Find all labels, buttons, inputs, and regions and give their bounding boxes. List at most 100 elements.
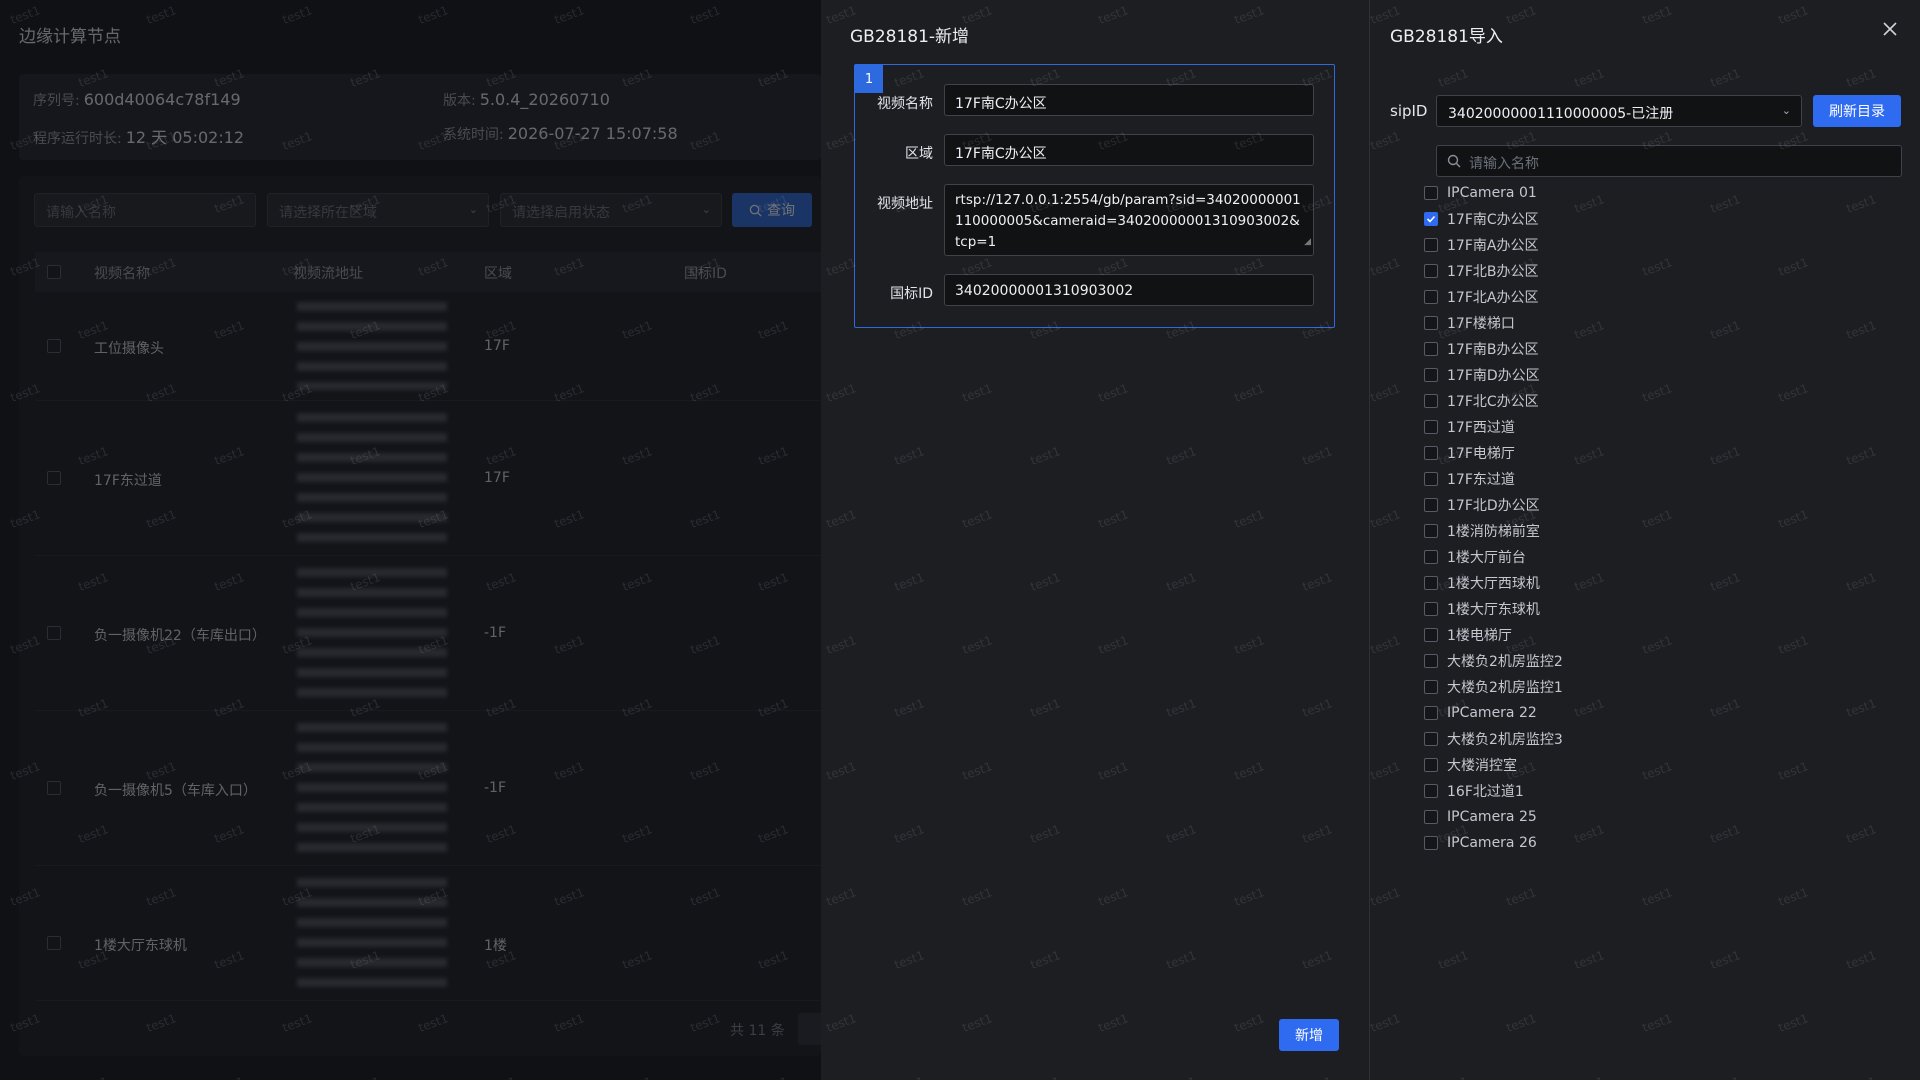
- checkbox[interactable]: [1424, 732, 1438, 746]
- checkbox[interactable]: [1424, 706, 1438, 720]
- uptime-info: 程序运行时长: 12 天 05:02:12: [33, 124, 244, 148]
- row-checkbox[interactable]: [47, 339, 61, 353]
- area-input[interactable]: 17F南C办公区: [944, 134, 1314, 166]
- checkbox[interactable]: [1424, 524, 1438, 538]
- device-list-item[interactable]: IPCamera 01: [1424, 180, 1894, 206]
- blurred-stream-url: [297, 302, 447, 390]
- sip-id-select[interactable]: 34020000001110000005-已注册 ⌄: [1436, 95, 1802, 127]
- device-label: IPCamera 25: [1447, 809, 1537, 825]
- device-list-item[interactable]: IPCamera 26: [1424, 830, 1894, 856]
- checkbox[interactable]: [1424, 784, 1438, 798]
- device-label: IPCamera 26: [1447, 835, 1537, 851]
- checkbox[interactable]: [1424, 472, 1438, 486]
- device-list-item[interactable]: 17F南C办公区: [1424, 206, 1894, 232]
- checkbox[interactable]: [1424, 810, 1438, 824]
- checkbox[interactable]: [1424, 576, 1438, 590]
- checkbox[interactable]: [1424, 342, 1438, 356]
- checkbox[interactable]: [1424, 758, 1438, 772]
- device-list-item[interactable]: 17F北B办公区: [1424, 258, 1894, 284]
- query-button[interactable]: 查询: [732, 193, 812, 227]
- device-list-item[interactable]: 1楼大厅西球机: [1424, 570, 1894, 596]
- version-info: 版本: 5.0.4_20260710: [443, 90, 610, 110]
- add-button[interactable]: 新增: [1279, 1019, 1339, 1051]
- pager-prev-button[interactable]: [798, 1013, 821, 1045]
- device-list-item[interactable]: 1楼大厅东球机: [1424, 596, 1894, 622]
- checkbox[interactable]: [1424, 602, 1438, 616]
- checkbox[interactable]: [1424, 550, 1438, 564]
- table-row[interactable]: 工位摄像头 17F: [35, 292, 821, 401]
- dialog-title: GB28181-新增: [850, 27, 970, 47]
- device-list-item[interactable]: 1楼消防梯前室: [1424, 518, 1894, 544]
- name-filter-input[interactable]: 请输入名称: [34, 193, 256, 227]
- version-label: 版本:: [443, 93, 476, 109]
- device-label: 大楼消控室: [1447, 758, 1517, 774]
- device-label: 17F南D办公区: [1447, 368, 1540, 384]
- search-icon: [1447, 154, 1461, 168]
- checkbox[interactable]: [1424, 836, 1438, 850]
- checkbox[interactable]: [1424, 628, 1438, 642]
- device-label: 17F南C办公区: [1447, 212, 1539, 228]
- device-list-item[interactable]: 17F东过道: [1424, 466, 1894, 492]
- blurred-stream-url: [297, 568, 447, 700]
- resize-handle-icon[interactable]: ◢: [1304, 232, 1311, 253]
- device-checkbox-list: IPCamera 01 17F南C办公区 17F南A办公区 17F北B办公区 17F北A…: [1424, 180, 1894, 856]
- app-root: 边缘计算节点 序列号: 600d40064c78f149 版本: 5.0.4_202…: [0, 0, 1920, 1080]
- device-label: 1楼大厅西球机: [1447, 576, 1540, 592]
- checkbox[interactable]: [1424, 654, 1438, 668]
- gbid-input[interactable]: 34020000001310903002: [944, 274, 1314, 306]
- device-list-item[interactable]: 17F北C办公区: [1424, 388, 1894, 414]
- device-label: 17F楼梯口: [1447, 316, 1515, 332]
- device-list-item[interactable]: IPCamera 22: [1424, 700, 1894, 726]
- device-list-item[interactable]: 17F西过道: [1424, 414, 1894, 440]
- device-list-item[interactable]: 大楼负2机房监控3: [1424, 726, 1894, 752]
- systime-info: 系统时间: 2026-07-27 15:07:58: [443, 124, 678, 144]
- device-list-item[interactable]: 17F南A办公区: [1424, 232, 1894, 258]
- device-list-item[interactable]: 17F电梯厅: [1424, 440, 1894, 466]
- device-list-item[interactable]: 17F南B办公区: [1424, 336, 1894, 362]
- row-checkbox[interactable]: [47, 626, 61, 640]
- video-name-input[interactable]: 17F南C办公区: [944, 84, 1314, 116]
- table-row[interactable]: 负一摄像机5（车库入口） -1F: [35, 711, 821, 866]
- checkbox[interactable]: [1424, 368, 1438, 382]
- device-list-item[interactable]: 17F北D办公区: [1424, 492, 1894, 518]
- dialog-title: GB28181导入: [1390, 27, 1503, 47]
- close-button[interactable]: [1876, 16, 1904, 44]
- checkbox[interactable]: [1424, 186, 1438, 200]
- device-list-item[interactable]: 16F北过道1: [1424, 778, 1894, 804]
- device-label: 大楼负2机房监控1: [1447, 680, 1563, 696]
- index-badge: 1: [855, 65, 883, 93]
- device-list-item[interactable]: 17F楼梯口: [1424, 310, 1894, 336]
- select-all-checkbox[interactable]: [47, 265, 61, 279]
- checkbox[interactable]: [1424, 238, 1438, 252]
- checkbox[interactable]: [1424, 264, 1438, 278]
- search-icon: [749, 204, 762, 217]
- device-list-item[interactable]: 大楼消控室: [1424, 752, 1894, 778]
- checkbox[interactable]: [1424, 394, 1438, 408]
- checkbox-checked[interactable]: [1424, 212, 1438, 226]
- status-filter-select[interactable]: 请选择启用状态 ⌄: [500, 193, 722, 227]
- device-list-item[interactable]: IPCamera 25: [1424, 804, 1894, 830]
- checkbox[interactable]: [1424, 420, 1438, 434]
- device-list-item[interactable]: 1楼大厅前台: [1424, 544, 1894, 570]
- checkbox[interactable]: [1424, 446, 1438, 460]
- area-filter-select[interactable]: 请选择所在区域 ⌄: [267, 193, 489, 227]
- device-list-item[interactable]: 1楼电梯厅: [1424, 622, 1894, 648]
- refresh-catalog-button[interactable]: 刷新目录: [1813, 95, 1901, 127]
- device-list-item[interactable]: 大楼负2机房监控1: [1424, 674, 1894, 700]
- row-checkbox[interactable]: [47, 936, 61, 950]
- row-checkbox[interactable]: [47, 781, 61, 795]
- row-area: -1F: [484, 625, 507, 641]
- device-search-input[interactable]: 请输入名称: [1436, 145, 1902, 177]
- checkbox[interactable]: [1424, 290, 1438, 304]
- device-list-item[interactable]: 17F南D办公区: [1424, 362, 1894, 388]
- checkbox[interactable]: [1424, 680, 1438, 694]
- row-checkbox[interactable]: [47, 471, 61, 485]
- device-list-item[interactable]: 17F北A办公区: [1424, 284, 1894, 310]
- checkbox[interactable]: [1424, 498, 1438, 512]
- checkbox[interactable]: [1424, 316, 1438, 330]
- video-url-textarea[interactable]: rtsp://127.0.0.1:2554/gb/param?sid=34020…: [944, 184, 1314, 256]
- table-row[interactable]: 17F东过道 17F: [35, 401, 821, 556]
- table-row[interactable]: 负一摄像机22（车库出口） -1F: [35, 556, 821, 711]
- table-row[interactable]: 1楼大厅东球机 1楼: [35, 866, 821, 1001]
- device-list-item[interactable]: 大楼负2机房监控2: [1424, 648, 1894, 674]
